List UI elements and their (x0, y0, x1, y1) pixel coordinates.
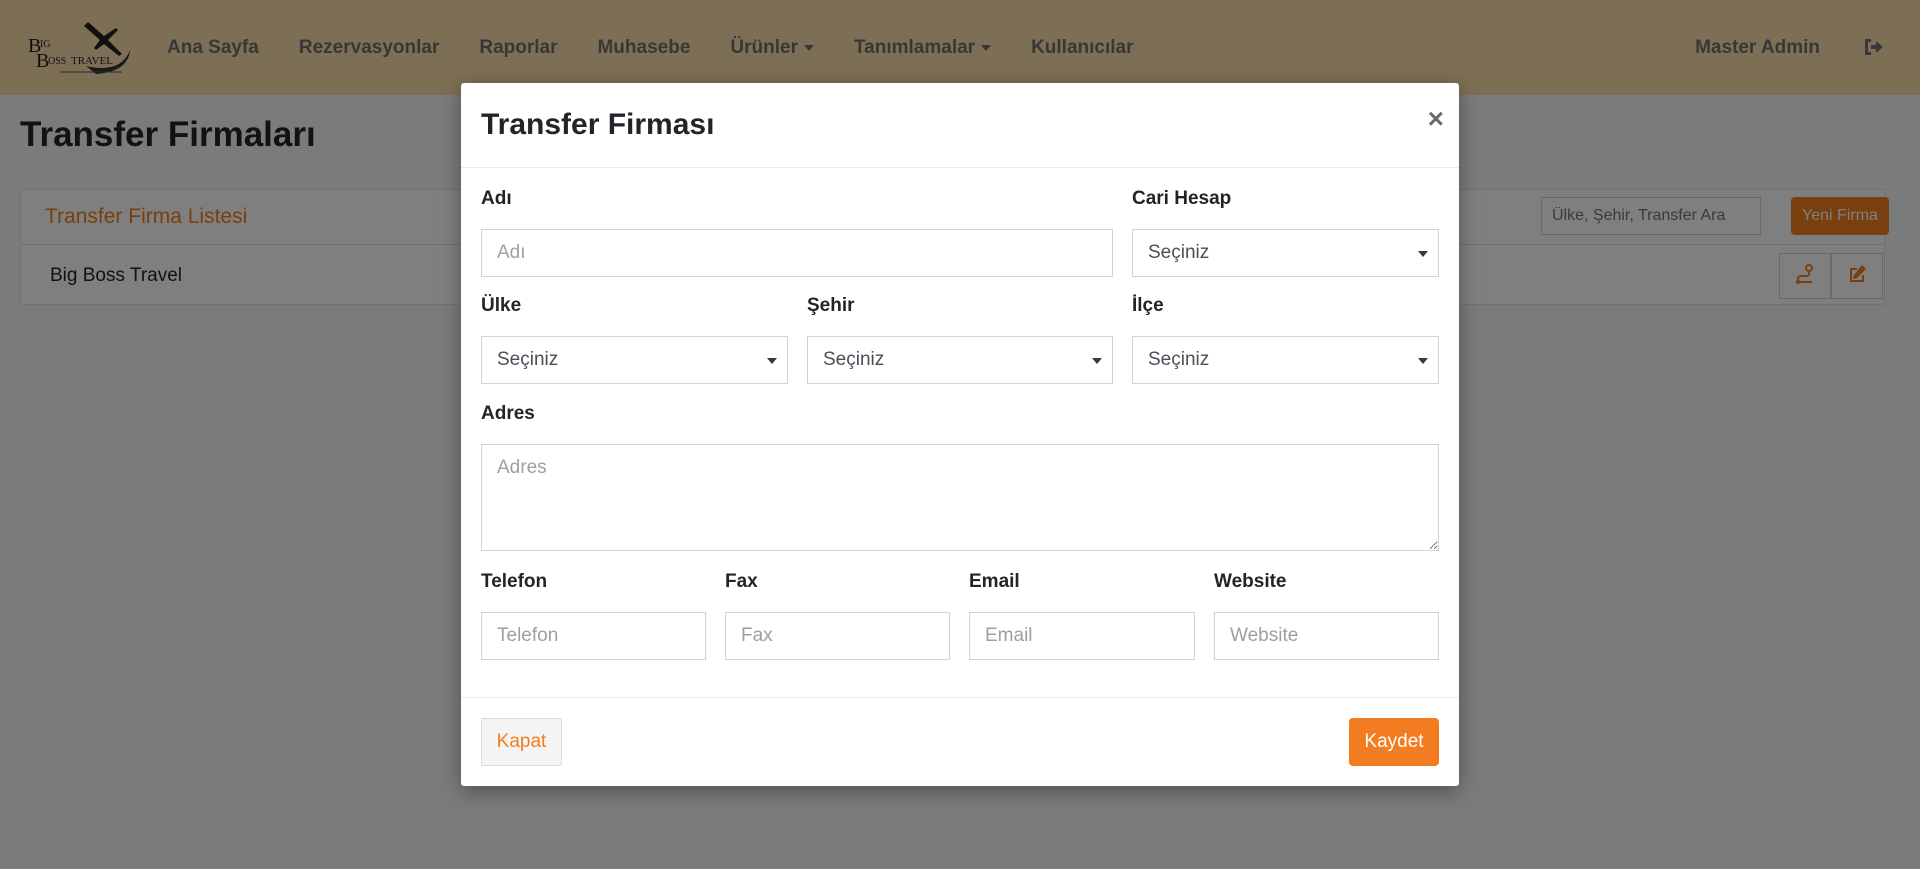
district-select-value: Seçiniz (1148, 349, 1210, 370)
district-label: İlçe (1132, 295, 1164, 316)
city-select-value: Seçiniz (823, 349, 885, 370)
caret-down-icon (1418, 251, 1428, 257)
city-label: Şehir (807, 295, 855, 316)
caret-down-icon (767, 358, 777, 364)
name-input[interactable] (481, 229, 1113, 277)
account-label: Cari Hesap (1132, 188, 1232, 209)
account-select[interactable]: Seçiniz (1132, 229, 1439, 277)
name-label: Adı (481, 188, 512, 209)
country-select-value: Seçiniz (497, 349, 559, 370)
phone-label: Telefon (481, 571, 548, 592)
transfer-firm-modal: Transfer Firması × Adı Cari Hesap Seçini… (461, 83, 1459, 786)
account-select-value: Seçiniz (1148, 242, 1210, 263)
modal-footer: Kapat Kaydet (461, 697, 1459, 786)
city-select[interactable]: Seçiniz (807, 336, 1113, 384)
website-input[interactable] (1214, 612, 1439, 660)
email-label: Email (969, 571, 1020, 592)
address-textarea[interactable] (481, 444, 1439, 551)
country-select[interactable]: Seçiniz (481, 336, 788, 384)
save-button[interactable]: Kaydet (1349, 718, 1439, 766)
fax-input[interactable] (725, 612, 950, 660)
modal-title: Transfer Firması (481, 108, 715, 141)
district-select[interactable]: Seçiniz (1132, 336, 1439, 384)
country-label: Ülke (481, 295, 522, 316)
email-input[interactable] (969, 612, 1195, 660)
address-label: Adres (481, 403, 535, 424)
caret-down-icon (1418, 358, 1428, 364)
modal-body: Adı Cari Hesap Seçiniz Ülke Seçiniz Şehi… (461, 168, 1459, 696)
fax-label: Fax (725, 571, 758, 592)
close-icon[interactable]: × (1428, 105, 1444, 133)
close-button[interactable]: Kapat (481, 718, 562, 766)
phone-input[interactable] (481, 612, 706, 660)
website-label: Website (1214, 571, 1287, 592)
modal-header: Transfer Firması × (461, 83, 1459, 168)
caret-down-icon (1092, 358, 1102, 364)
